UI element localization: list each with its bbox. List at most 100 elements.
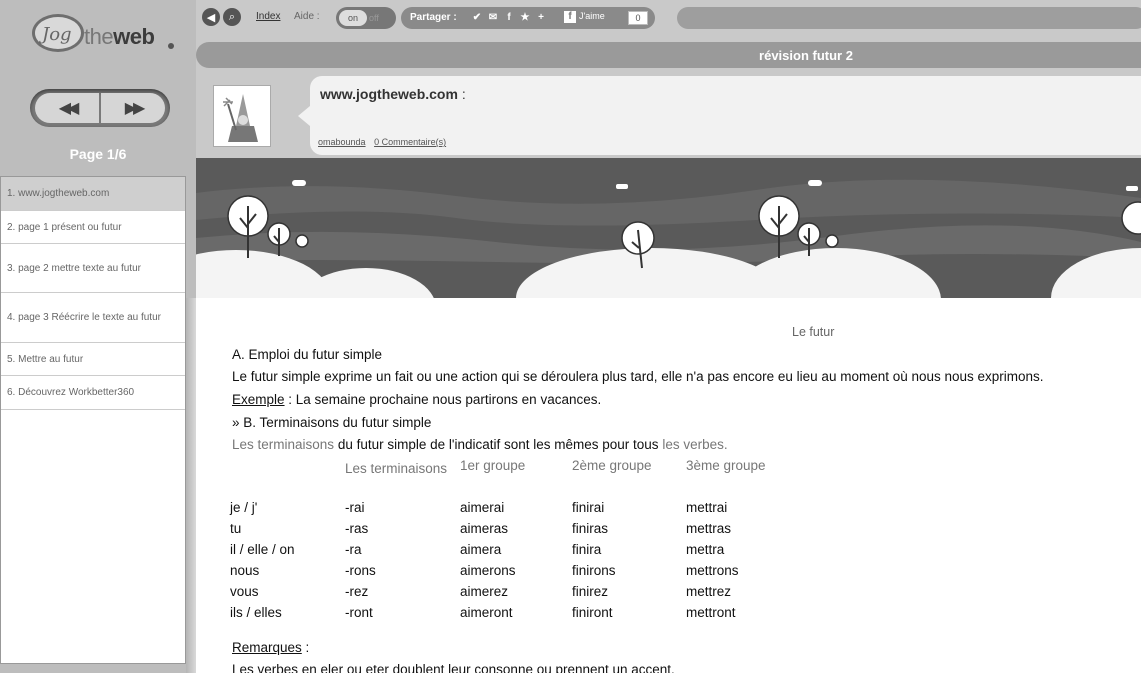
comments-link[interactable]: 0 Commentaire(s) [374, 137, 446, 147]
table-cell: nous [230, 563, 260, 578]
table-cell: aimera [460, 542, 502, 557]
table-cell: mettront [686, 605, 736, 620]
table-cell: -ront [345, 605, 373, 620]
terms-part-3: tous [633, 437, 659, 452]
email-icon[interactable]: ✉ [487, 12, 499, 24]
card-meta: omabounda 0 Commentaire(s) [318, 137, 452, 147]
facebook-like-button[interactable]: f J'aime [564, 11, 634, 25]
help-toggle[interactable]: on off [336, 7, 396, 29]
remarks-colon: : [301, 640, 310, 655]
jogtheweb-logo[interactable]: Jog theweb [18, 10, 178, 60]
logo-jog-text: Jog [42, 24, 72, 45]
toc-item-3[interactable]: 3. page 2 mettre texte au futur [1, 244, 185, 293]
table-cell: mettrons [686, 563, 739, 578]
help-label: Aide : [294, 11, 320, 22]
index-link[interactable]: Index [256, 11, 280, 22]
like-label: J'aime [579, 11, 605, 21]
content-heading: Le futur [792, 325, 835, 339]
fast-forward-icon: ▶▶ [124, 100, 146, 117]
table-row: ils / elles -ront aimeront finiront mett… [230, 605, 796, 626]
page-navigation: ◀◀ ▶▶ [30, 89, 170, 127]
twitter-icon[interactable]: ✔ [471, 12, 483, 24]
search-button[interactable]: ⌕ [223, 8, 241, 26]
table-cell: je / j' [230, 500, 258, 515]
address-bar[interactable] [677, 7, 1141, 29]
table-cell: finira [572, 542, 602, 557]
table-header: 1er groupe [460, 458, 526, 473]
table-cell: mettras [686, 521, 732, 536]
conjugation-table: Les terminaisons 1er groupe 2ème groupe … [230, 458, 796, 626]
toc-item-5[interactable]: 5. Mettre au futur [1, 343, 185, 376]
title-bar: révision futur 2 [196, 42, 1141, 68]
remarks-line: Remarques : [232, 640, 309, 655]
add-plus-icon[interactable]: + [535, 12, 547, 24]
page-url[interactable]: www.jogtheweb.com [320, 86, 458, 102]
table-cell: mettrez [686, 584, 732, 599]
section-a-title: A. Emploi du futur simple [232, 347, 383, 362]
table-cell: tu [230, 521, 242, 536]
facebook-like-icon: f [564, 11, 576, 23]
author-link[interactable]: omabounda [318, 137, 366, 147]
table-of-contents: 1. www.jogtheweb.com 2. page 1 présent o… [0, 176, 186, 664]
table-cell: finirez [572, 584, 609, 599]
decorative-banner [196, 158, 1141, 298]
example-line: Exemple : La semaine prochaine nous part… [232, 392, 601, 407]
logo-the-text: the [84, 24, 114, 49]
example-text: : La semaine prochaine nous partirons en… [284, 392, 602, 407]
trees-banner-illustration [196, 158, 1141, 298]
author-avatar[interactable] [213, 85, 271, 147]
toggle-off[interactable]: off [369, 10, 379, 26]
table-row: il / elle / on -ra aimera finira mettra [230, 542, 796, 563]
share-label: Partager : [410, 12, 457, 23]
toc-item-6[interactable]: 6. Découvrez Workbetter360 [1, 376, 185, 410]
url-colon: : [457, 86, 466, 102]
table-cell: aimerons [460, 563, 516, 578]
back-button[interactable]: ◀ [202, 8, 220, 26]
page-title: révision futur 2 [759, 48, 853, 63]
facebook-icon[interactable]: f [503, 12, 515, 24]
table-cell: aimerez [460, 584, 509, 599]
logo-dot [168, 43, 174, 49]
table-cell: -ras [345, 521, 369, 536]
page-info-card: www.jogtheweb.com : omabounda 0 Commenta… [298, 76, 1141, 155]
top-toolbar: ◀ ⌕ Index Aide : on off Partager : ✔ ✉ f… [196, 5, 1141, 33]
logo-wordmark: theweb [84, 24, 155, 50]
terms-part-4: les verbes. [658, 437, 728, 452]
search-icon: ⌕ [228, 10, 236, 23]
rewind-icon: ◀◀ [58, 100, 80, 117]
terminations-intro: Les terminaisons du futur simple de l'in… [232, 437, 728, 452]
table-cell: mettrai [686, 500, 728, 515]
table-cell: aimerai [460, 500, 505, 515]
section-b-title: » B. Terminaisons du futur simple [232, 415, 432, 430]
table-row: vous -rez aimerez finirez mettrez [230, 584, 796, 605]
table-cell: finiront [572, 605, 613, 620]
toc-item-2[interactable]: 2. page 1 présent ou futur [1, 211, 185, 244]
remarks-label: Remarques [232, 640, 302, 655]
favorite-star-icon[interactable]: ★ [519, 12, 531, 24]
table-cell: il / elle / on [230, 542, 295, 557]
card-pointer [298, 106, 310, 126]
page-content: Le futur A. Emploi du futur simple Le fu… [196, 298, 1141, 673]
table-header: 2ème groupe [572, 458, 652, 473]
table-cell: vous [230, 584, 259, 599]
remarks-text: Les verbes en eler ou eter doublent leur… [232, 662, 675, 673]
next-page-button[interactable]: ▶▶ [101, 93, 165, 123]
back-arrow-icon: ◀ [206, 11, 216, 24]
table-cell: -rez [345, 584, 369, 599]
table-header-row: Les terminaisons 1er groupe 2ème groupe … [230, 458, 796, 500]
toc-item-1[interactable]: 1. www.jogtheweb.com [1, 177, 185, 211]
table-cell: ils / elles [230, 605, 282, 620]
table-row: nous -rons aimerons finirons mettrons [230, 563, 796, 584]
toggle-on[interactable]: on [339, 10, 367, 26]
table-cell: mettra [686, 542, 725, 557]
table-cell: finirai [572, 500, 605, 515]
terms-part-2: du futur simple de l'indicatif sont les … [334, 437, 634, 452]
table-header: 3ème groupe [686, 458, 766, 473]
toc-item-4[interactable]: 4. page 3 Réécrire le texte au futur [1, 293, 185, 343]
table-cell: -rai [345, 500, 365, 515]
example-label: Exemple [232, 392, 285, 407]
terms-part-1: Les terminaisons [232, 437, 335, 452]
page-url-heading: www.jogtheweb.com : [320, 86, 466, 102]
table-cell: finirons [572, 563, 616, 578]
previous-page-button[interactable]: ◀◀ [35, 93, 99, 123]
